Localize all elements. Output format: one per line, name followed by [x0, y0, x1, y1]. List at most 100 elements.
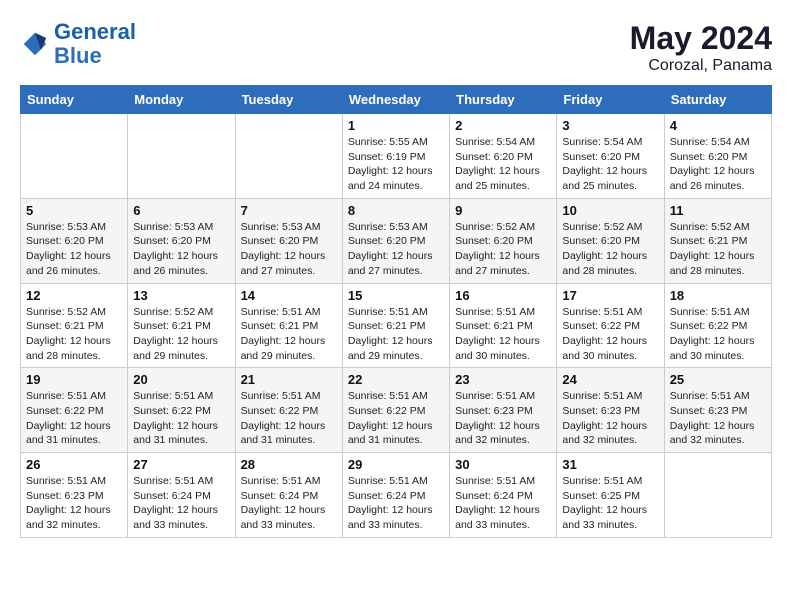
day-of-week-header: Tuesday	[235, 86, 342, 114]
calendar-day-cell: 26 Sunrise: 5:51 AM Sunset: 6:23 PM Dayli…	[21, 453, 128, 538]
day-info: Sunrise: 5:52 AM Sunset: 6:21 PM Dayligh…	[133, 305, 229, 364]
calendar-week-row: 1 Sunrise: 5:55 AM Sunset: 6:19 PM Daylig…	[21, 114, 772, 199]
calendar-day-cell: 30 Sunrise: 5:51 AM Sunset: 6:24 PM Dayli…	[450, 453, 557, 538]
day-info: Sunrise: 5:53 AM Sunset: 6:20 PM Dayligh…	[241, 220, 337, 279]
day-number: 11	[670, 203, 766, 218]
calendar-day-cell: 9 Sunrise: 5:52 AM Sunset: 6:20 PM Daylig…	[450, 198, 557, 283]
calendar-day-cell: 18 Sunrise: 5:51 AM Sunset: 6:22 PM Dayli…	[664, 283, 771, 368]
day-info: Sunrise: 5:51 AM Sunset: 6:24 PM Dayligh…	[133, 474, 229, 533]
day-of-week-header: Wednesday	[342, 86, 449, 114]
day-number: 30	[455, 457, 551, 472]
day-number: 18	[670, 288, 766, 303]
day-info: Sunrise: 5:54 AM Sunset: 6:20 PM Dayligh…	[455, 135, 551, 194]
day-info: Sunrise: 5:51 AM Sunset: 6:23 PM Dayligh…	[26, 474, 122, 533]
day-info: Sunrise: 5:51 AM Sunset: 6:22 PM Dayligh…	[670, 305, 766, 364]
day-of-week-header: Sunday	[21, 86, 128, 114]
day-info: Sunrise: 5:53 AM Sunset: 6:20 PM Dayligh…	[26, 220, 122, 279]
month-title: May 2024	[630, 20, 772, 57]
day-number: 8	[348, 203, 444, 218]
day-info: Sunrise: 5:53 AM Sunset: 6:20 PM Dayligh…	[348, 220, 444, 279]
day-number: 12	[26, 288, 122, 303]
calendar-day-cell: 11 Sunrise: 5:52 AM Sunset: 6:21 PM Dayli…	[664, 198, 771, 283]
logo-text: General Blue	[54, 20, 136, 68]
logo-icon	[20, 29, 50, 59]
day-info: Sunrise: 5:51 AM Sunset: 6:25 PM Dayligh…	[562, 474, 658, 533]
calendar-day-cell: 21Sunrise: 5:51 AM Sunset: 6:22 PM Dayli…	[235, 368, 342, 453]
day-number: 23	[455, 372, 551, 387]
day-info: Sunrise: 5:54 AM Sunset: 6:20 PM Dayligh…	[670, 135, 766, 194]
calendar-day-cell	[21, 114, 128, 199]
day-info: Sunrise: 5:55 AM Sunset: 6:19 PM Dayligh…	[348, 135, 444, 194]
day-of-week-header: Friday	[557, 86, 664, 114]
calendar-day-cell: 5 Sunrise: 5:53 AM Sunset: 6:20 PM Daylig…	[21, 198, 128, 283]
day-info: Sunrise: 5:51 AM Sunset: 6:22 PM Dayligh…	[562, 305, 658, 364]
day-number: 3	[562, 118, 658, 133]
day-of-week-header: Monday	[128, 86, 235, 114]
page-header: General Blue May 2024 Corozal, Panama	[20, 20, 772, 75]
day-number: 24	[562, 372, 658, 387]
calendar-day-cell: 14Sunrise: 5:51 AM Sunset: 6:21 PM Dayli…	[235, 283, 342, 368]
location: Corozal, Panama	[630, 57, 772, 75]
day-info: Sunrise: 5:51 AM Sunset: 6:23 PM Dayligh…	[455, 389, 551, 448]
day-info: Sunrise: 5:54 AM Sunset: 6:20 PM Dayligh…	[562, 135, 658, 194]
day-number: 28	[241, 457, 337, 472]
day-number: 15	[348, 288, 444, 303]
calendar-week-row: 5 Sunrise: 5:53 AM Sunset: 6:20 PM Daylig…	[21, 198, 772, 283]
day-number: 25	[670, 372, 766, 387]
day-info: Sunrise: 5:51 AM Sunset: 6:21 PM Dayligh…	[455, 305, 551, 364]
day-number: 29	[348, 457, 444, 472]
day-info: Sunrise: 5:51 AM Sunset: 6:24 PM Dayligh…	[241, 474, 337, 533]
day-number: 9	[455, 203, 551, 218]
day-number: 10	[562, 203, 658, 218]
title-block: May 2024 Corozal, Panama	[630, 20, 772, 75]
calendar-day-cell: 22 Sunrise: 5:51 AM Sunset: 6:22 PM Dayli…	[342, 368, 449, 453]
day-number: 26	[26, 457, 122, 472]
day-info: Sunrise: 5:52 AM Sunset: 6:21 PM Dayligh…	[670, 220, 766, 279]
calendar-day-cell	[235, 114, 342, 199]
calendar-day-cell	[128, 114, 235, 199]
day-number: 22	[348, 372, 444, 387]
calendar-body: 1 Sunrise: 5:55 AM Sunset: 6:19 PM Daylig…	[21, 114, 772, 538]
calendar-day-cell: 20 Sunrise: 5:51 AM Sunset: 6:22 PM Dayli…	[128, 368, 235, 453]
day-info: Sunrise: 5:51 AM Sunset: 6:22 PM Dayligh…	[241, 389, 337, 448]
calendar-day-cell: 17Sunrise: 5:51 AM Sunset: 6:22 PM Dayli…	[557, 283, 664, 368]
day-info: Sunrise: 5:51 AM Sunset: 6:22 PM Dayligh…	[348, 389, 444, 448]
calendar-day-cell: 19Sunrise: 5:51 AM Sunset: 6:22 PM Dayli…	[21, 368, 128, 453]
day-number: 27	[133, 457, 229, 472]
calendar-header-row: SundayMondayTuesdayWednesdayThursdayFrid…	[21, 86, 772, 114]
calendar-table: SundayMondayTuesdayWednesdayThursdayFrid…	[20, 85, 772, 538]
calendar-week-row: 26 Sunrise: 5:51 AM Sunset: 6:23 PM Dayli…	[21, 453, 772, 538]
day-info: Sunrise: 5:51 AM Sunset: 6:23 PM Dayligh…	[562, 389, 658, 448]
day-number: 16	[455, 288, 551, 303]
calendar-day-cell: 23 Sunrise: 5:51 AM Sunset: 6:23 PM Dayli…	[450, 368, 557, 453]
day-info: Sunrise: 5:51 AM Sunset: 6:21 PM Dayligh…	[348, 305, 444, 364]
calendar-day-cell	[664, 453, 771, 538]
calendar-day-cell: 4Sunrise: 5:54 AM Sunset: 6:20 PM Daylig…	[664, 114, 771, 199]
calendar-day-cell: 8 Sunrise: 5:53 AM Sunset: 6:20 PM Daylig…	[342, 198, 449, 283]
day-info: Sunrise: 5:52 AM Sunset: 6:20 PM Dayligh…	[455, 220, 551, 279]
day-number: 1	[348, 118, 444, 133]
calendar-day-cell: 16 Sunrise: 5:51 AM Sunset: 6:21 PM Dayli…	[450, 283, 557, 368]
day-number: 14	[241, 288, 337, 303]
calendar-day-cell: 6Sunrise: 5:53 AM Sunset: 6:20 PM Daylig…	[128, 198, 235, 283]
calendar-day-cell: 1 Sunrise: 5:55 AM Sunset: 6:19 PM Daylig…	[342, 114, 449, 199]
day-info: Sunrise: 5:51 AM Sunset: 6:24 PM Dayligh…	[455, 474, 551, 533]
day-number: 20	[133, 372, 229, 387]
day-info: Sunrise: 5:51 AM Sunset: 6:24 PM Dayligh…	[348, 474, 444, 533]
day-number: 5	[26, 203, 122, 218]
calendar-day-cell: 2 Sunrise: 5:54 AM Sunset: 6:20 PM Daylig…	[450, 114, 557, 199]
day-info: Sunrise: 5:52 AM Sunset: 6:20 PM Dayligh…	[562, 220, 658, 279]
day-number: 2	[455, 118, 551, 133]
day-info: Sunrise: 5:51 AM Sunset: 6:22 PM Dayligh…	[133, 389, 229, 448]
calendar-day-cell: 27 Sunrise: 5:51 AM Sunset: 6:24 PM Dayli…	[128, 453, 235, 538]
day-number: 7	[241, 203, 337, 218]
logo: General Blue	[20, 20, 136, 68]
day-number: 31	[562, 457, 658, 472]
day-info: Sunrise: 5:52 AM Sunset: 6:21 PM Dayligh…	[26, 305, 122, 364]
calendar-day-cell: 13Sunrise: 5:52 AM Sunset: 6:21 PM Dayli…	[128, 283, 235, 368]
day-number: 19	[26, 372, 122, 387]
calendar-week-row: 12 Sunrise: 5:52 AM Sunset: 6:21 PM Dayli…	[21, 283, 772, 368]
calendar-day-cell: 29 Sunrise: 5:51 AM Sunset: 6:24 PM Dayli…	[342, 453, 449, 538]
calendar-day-cell: 25Sunrise: 5:51 AM Sunset: 6:23 PM Dayli…	[664, 368, 771, 453]
day-number: 6	[133, 203, 229, 218]
